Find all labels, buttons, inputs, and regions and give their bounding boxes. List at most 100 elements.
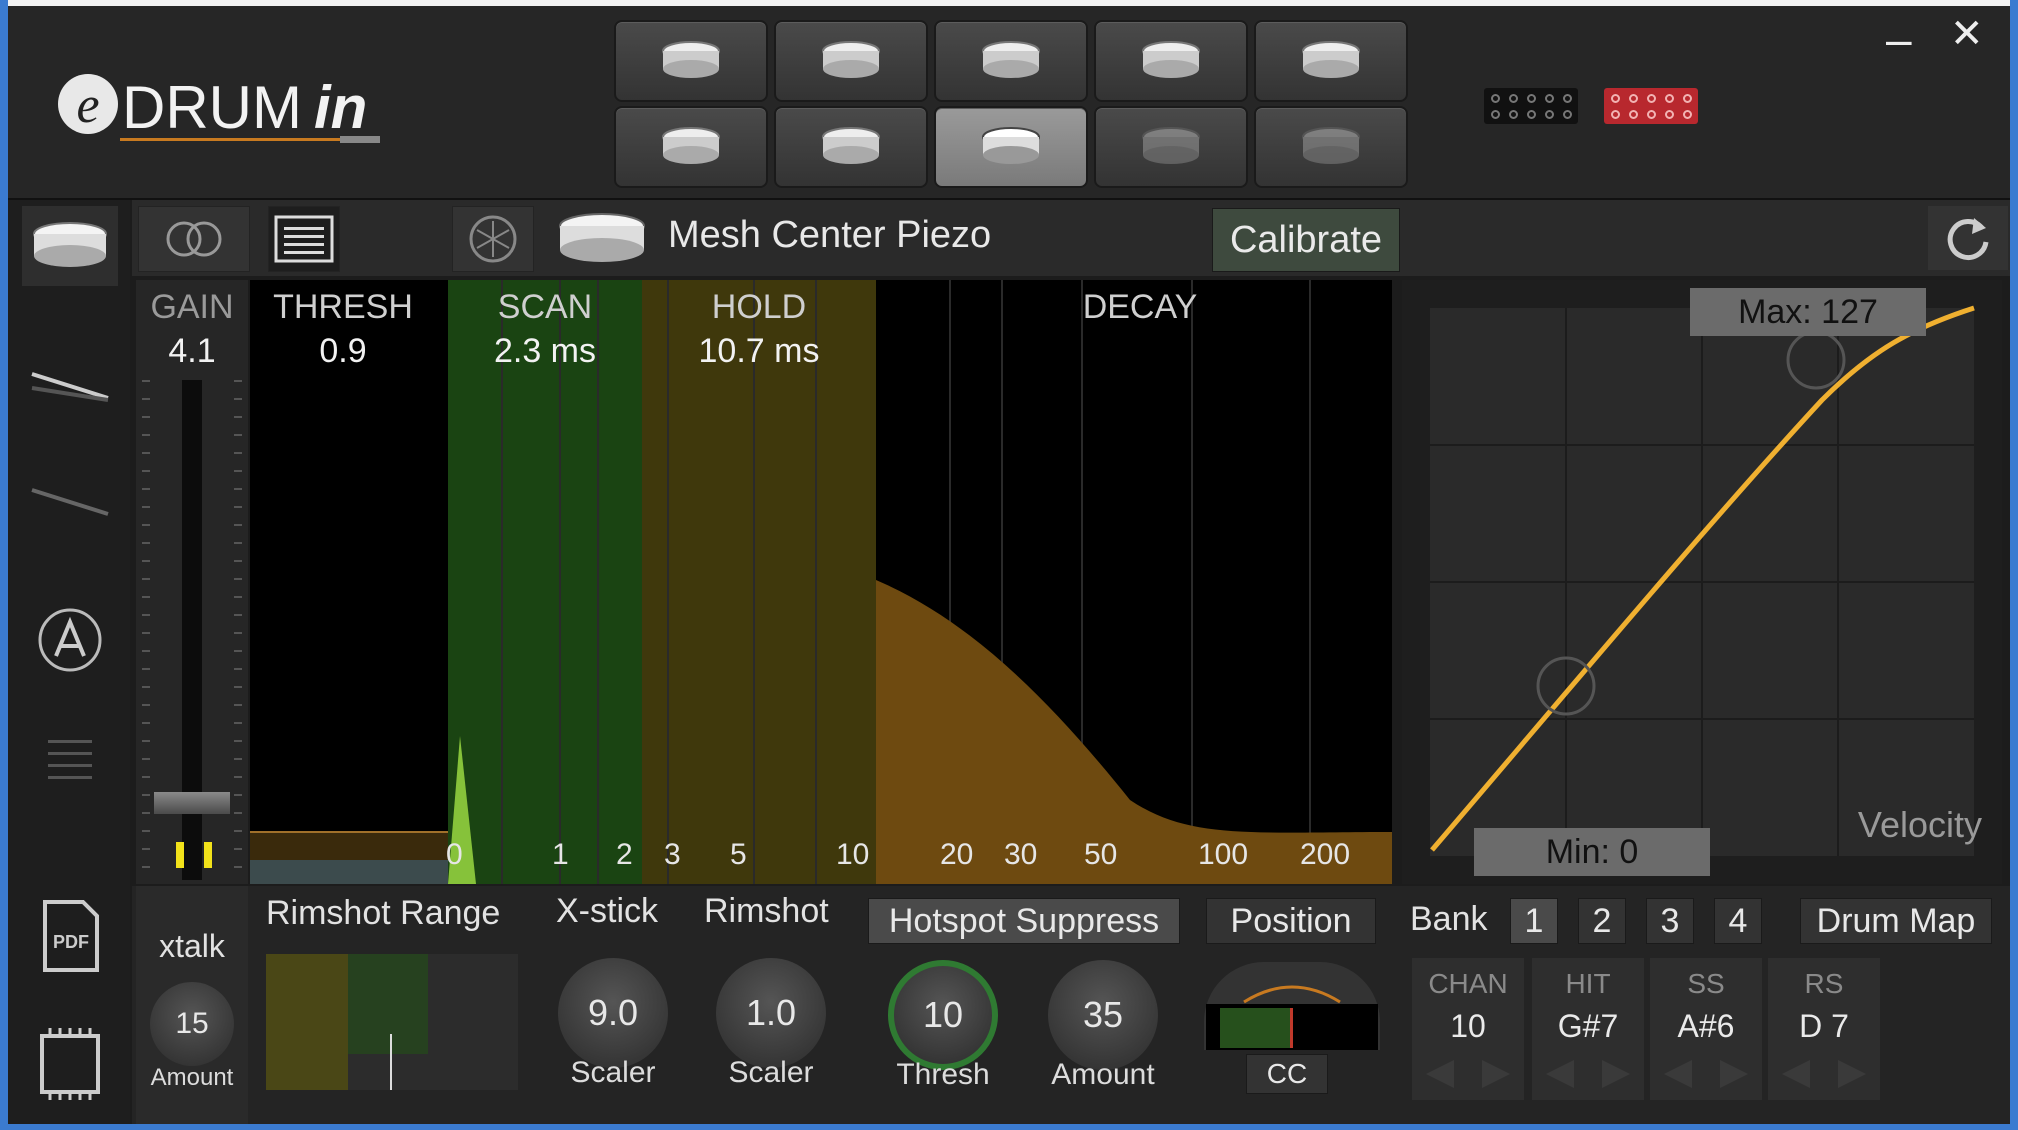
velocity-max[interactable]: Max: 127 [1690,288,1926,336]
sidebar-hardware[interactable] [22,1024,118,1104]
sidebar-auto[interactable] [22,600,118,680]
yamaha-preset-button[interactable] [452,206,534,272]
ss-header: SS [1687,968,1725,999]
velocity-curve-canvas [1430,305,1975,856]
pad-button-9[interactable] [1094,106,1248,188]
pad-button-2[interactable] [774,20,928,102]
time-tick: 50 [1084,838,1118,871]
list-view-button[interactable] [268,206,340,272]
thresh-label: THRESH [273,288,413,326]
range-zone-1 [266,954,348,1090]
drum-icon [982,41,1040,78]
pad-button-4[interactable] [1094,20,1248,102]
hold-value[interactable]: 10.7 ms [642,332,876,371]
dual-circle-icon [166,221,222,257]
decay-label: DECAY [1082,288,1198,326]
pad-button-5[interactable] [1254,20,1408,102]
xstick-label: X-stick [556,892,658,930]
time-tick: 20 [940,838,974,871]
bank-3-button[interactable]: 3 [1646,898,1694,944]
minimize-button[interactable]: – [1886,16,1912,62]
hit-header: HIT [1565,968,1611,999]
close-button[interactable]: ✕ [1950,14,1984,54]
arrow-right-icon[interactable] [1476,1056,1516,1092]
pad-button-1[interactable] [614,20,768,102]
refresh-button[interactable] [1928,206,2008,270]
bank-4-button[interactable]: 4 [1714,898,1762,944]
xstick-scaler-knob[interactable]: 9.0 [558,958,668,1068]
logo-e: e [76,77,99,134]
range-marker[interactable] [390,1034,392,1090]
hotspot-thresh-label: Thresh [896,1058,990,1091]
arrow-right-icon[interactable] [1714,1056,1754,1092]
time-tick: 2 [616,838,633,871]
hotspot-amount-label: Amount [1051,1058,1155,1091]
connector-indicator-2-active[interactable] [1604,88,1698,124]
gain-meter-level-left [176,842,184,868]
connector-indicator-1[interactable] [1484,88,1578,124]
position-button[interactable]: Position [1206,898,1376,944]
bank-1-button[interactable]: 1 [1510,898,1558,944]
sidebar-menu[interactable] [22,720,118,800]
hit-value[interactable]: G#7 [1532,1008,1644,1045]
position-cc-button[interactable]: CC [1246,1054,1328,1094]
scan-label: SCAN [497,288,593,326]
drum-icon [1302,127,1360,164]
scan-value[interactable]: 2.3 ms [448,332,642,371]
pad-button-10[interactable] [1254,106,1408,188]
rs-value[interactable]: D 7 [1768,1008,1880,1045]
menu-icon [48,740,92,779]
pad-name: Mesh Center Piezo [668,214,992,256]
hotspot-amount-knob[interactable]: 35 [1048,960,1158,1070]
hotspot-suppress-button[interactable]: Hotspot Suppress [868,898,1180,944]
ss-cell: SS A#6 [1650,958,1762,1100]
time-tick: 10 [836,838,870,871]
noise-floor [250,860,448,884]
drum-icon [1142,127,1200,164]
range-zone-2 [348,954,428,1054]
gain-scale-left [142,380,150,870]
calibrate-button[interactable]: Calibrate [1212,208,1400,272]
pad-button-6[interactable] [614,106,768,188]
arrow-left-icon[interactable] [1420,1056,1460,1092]
svg-text:PDF: PDF [53,932,89,952]
dual-zone-button[interactable] [138,206,250,272]
sidebar: PDF [8,200,130,1124]
arrow-right-icon[interactable] [1596,1056,1636,1092]
brand-icon [469,215,517,263]
drum-icon [1142,41,1200,78]
hit-cell: HIT G#7 [1532,958,1644,1100]
header: e DRUM in – ✕ [8,6,2010,200]
thresh-value[interactable]: 0.9 [268,332,418,371]
hotspot-thresh-knob[interactable]: 10 [888,960,998,1070]
velocity-caption: Velocity [1857,804,1982,845]
sidebar-cymbal-1[interactable] [22,346,118,426]
rimshot-range-graph[interactable] [266,954,518,1090]
drum-icon [982,127,1040,164]
gain-slider-handle[interactable] [154,792,230,814]
sidebar-pdf[interactable]: PDF [22,896,118,976]
sidebar-pad-view[interactable] [22,206,118,286]
arrow-left-icon[interactable] [1658,1056,1698,1092]
pad-button-3[interactable] [934,20,1088,102]
xtalk-amount-knob[interactable]: 15 [150,982,234,1066]
pad-button-7[interactable] [774,106,928,188]
gain-value: 4.1 [168,332,216,370]
arrow-left-icon[interactable] [1540,1056,1580,1092]
xstick-scaler-label: Scaler [570,1056,656,1089]
xtalk-amount-label: Amount [150,1064,234,1091]
arrow-right-icon[interactable] [1832,1056,1872,1092]
chan-value[interactable]: 10 [1412,1008,1524,1045]
drum-icon [822,127,880,164]
rimshot-scaler-knob[interactable]: 1.0 [716,958,826,1068]
gain-strip: GAIN 4.1 [136,280,248,884]
drum-map-button[interactable]: Drum Map [1800,898,1992,944]
pad-button-8-selected[interactable] [934,106,1088,188]
sidebar-cymbal-2[interactable] [22,462,118,542]
velocity-min[interactable]: Min: 0 [1474,828,1710,876]
bank-2-button[interactable]: 2 [1578,898,1626,944]
pad-type-icon-button[interactable] [550,206,654,270]
xtalk-panel: xtalk 15 Amount [136,886,248,1124]
arrow-left-icon[interactable] [1776,1056,1816,1092]
ss-value[interactable]: A#6 [1650,1008,1762,1045]
